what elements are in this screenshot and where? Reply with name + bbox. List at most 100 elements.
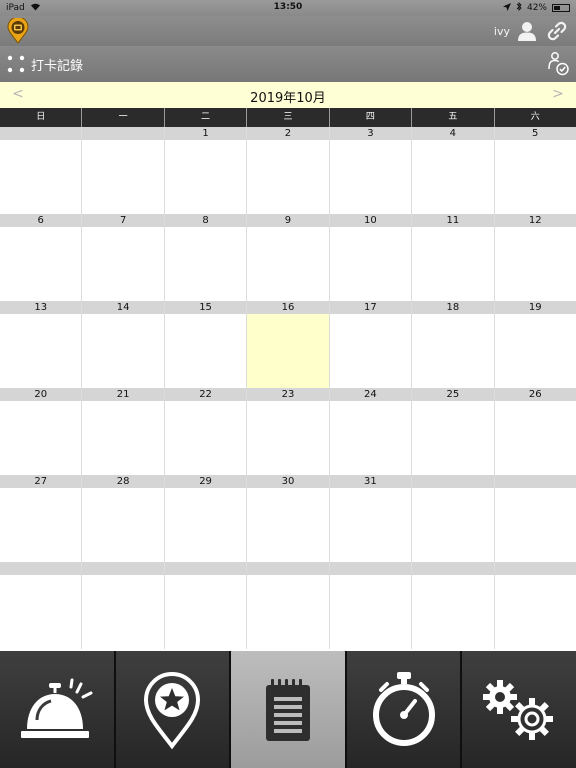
day-number: 12 — [528, 215, 542, 226]
calendar-day[interactable]: 20 — [0, 388, 83, 475]
calendar-day[interactable]: 21 — [82, 388, 165, 475]
location-arrow-icon — [502, 2, 511, 14]
calendar-day[interactable]: 24 — [329, 388, 413, 475]
user-check-icon[interactable] — [546, 51, 570, 77]
day-number-strip — [0, 562, 82, 575]
day-number: 3 — [367, 128, 374, 139]
day-body — [247, 401, 329, 475]
calendar-day[interactable]: 26 — [494, 388, 576, 475]
calendar-day[interactable]: 31 — [329, 475, 413, 562]
calendar-day[interactable] — [0, 127, 83, 214]
calendar-day[interactable] — [494, 475, 576, 562]
calendar-day[interactable]: 2 — [247, 127, 330, 214]
calendar-day[interactable] — [412, 562, 495, 649]
calendar-day[interactable]: 3 — [329, 127, 413, 214]
tab-stopwatch[interactable] — [346, 651, 463, 768]
day-body — [247, 140, 329, 214]
calendar-day[interactable]: 10 — [329, 214, 413, 301]
day-body — [0, 488, 82, 562]
day-body — [494, 488, 576, 562]
calendar-day[interactable] — [0, 562, 83, 649]
weekday-fri: 五 — [412, 108, 495, 127]
day-body — [164, 140, 247, 214]
calendar-day[interactable]: 9 — [247, 214, 330, 301]
day-body — [0, 575, 82, 649]
calendar-day[interactable] — [82, 127, 165, 214]
calendar-week: 1 2 3 4 5 — [0, 127, 576, 214]
calendar-day[interactable]: 15 — [164, 301, 248, 388]
day-number: 1 — [202, 128, 209, 139]
calendar-day[interactable]: 29 — [164, 475, 248, 562]
day-body — [0, 401, 82, 475]
weekday-header: 日 一 二 三 四 五 六 — [0, 108, 576, 127]
tab-location-star[interactable] — [115, 651, 232, 768]
calendar-day[interactable] — [494, 562, 576, 649]
day-number: 10 — [364, 215, 377, 226]
day-body — [494, 401, 576, 475]
day-body — [247, 314, 329, 388]
calendar-day[interactable]: 16 — [247, 301, 330, 388]
calendar-day[interactable]: 4 — [412, 127, 495, 214]
calendar-day[interactable]: 28 — [82, 475, 165, 562]
location-star-icon — [144, 671, 201, 749]
calendar-day[interactable]: 22 — [164, 388, 248, 475]
day-body — [82, 488, 164, 562]
day-number: 24 — [364, 389, 377, 400]
day-number: 17 — [364, 302, 377, 313]
day-number: 8 — [202, 215, 209, 226]
calendar-day[interactable]: 13 — [0, 301, 83, 388]
day-number-strip — [494, 562, 576, 575]
day-body — [329, 488, 412, 562]
calendar-day[interactable]: 25 — [412, 388, 495, 475]
calendar-day[interactable]: 8 — [164, 214, 248, 301]
day-body — [412, 314, 494, 388]
day-body — [329, 140, 412, 214]
tab-notepad[interactable] — [231, 651, 347, 768]
day-body — [82, 575, 164, 649]
calendar-day[interactable]: 23 — [247, 388, 330, 475]
weekday-thu: 四 — [330, 108, 413, 127]
tab-service-bell[interactable] — [0, 651, 116, 768]
calendar-day[interactable]: 1 — [164, 127, 248, 214]
status-bar: iPad 13:50 42% — [0, 0, 576, 16]
day-number-strip — [329, 562, 412, 575]
day-number: 23 — [281, 389, 295, 400]
calendar-day[interactable]: 7 — [82, 214, 165, 301]
calendar-day[interactable]: 11 — [412, 214, 495, 301]
calendar-day[interactable]: 14 — [82, 301, 165, 388]
calendar-week — [0, 562, 576, 649]
day-body — [164, 488, 247, 562]
calendar-day[interactable]: 5 — [494, 127, 576, 214]
day-number: 14 — [116, 302, 130, 313]
day-number: 13 — [34, 302, 48, 313]
calendar-day[interactable] — [247, 562, 330, 649]
calendar-day[interactable]: 17 — [329, 301, 413, 388]
calendar-week: 27 28 29 30 31 — [0, 475, 576, 562]
user-icon[interactable] — [516, 20, 538, 42]
calendar-day[interactable]: 18 — [412, 301, 495, 388]
day-number: 22 — [199, 389, 212, 400]
notepad-icon — [265, 678, 310, 741]
calendar-day[interactable]: 30 — [247, 475, 330, 562]
app-logo-icon[interactable] — [6, 16, 30, 44]
calendar-day[interactable]: 12 — [494, 214, 576, 301]
tab-settings[interactable] — [462, 651, 576, 768]
calendar-day[interactable] — [164, 562, 248, 649]
calendar-day[interactable] — [82, 562, 165, 649]
day-body — [247, 227, 329, 301]
day-number: 18 — [446, 302, 460, 313]
calendar-week: 20 21 22 23 24 25 26 — [0, 388, 576, 475]
calendar-day[interactable]: 6 — [0, 214, 83, 301]
link-icon[interactable] — [546, 20, 568, 42]
calendar-day[interactable] — [329, 562, 413, 649]
calendar-day[interactable]: 19 — [494, 301, 576, 388]
next-month-button[interactable]: > — [548, 86, 568, 102]
weekday-sun: 日 — [0, 108, 83, 127]
day-body — [164, 575, 247, 649]
calendar-day[interactable] — [412, 475, 495, 562]
menu-dots-icon[interactable] — [7, 55, 25, 73]
battery-icon — [552, 4, 570, 12]
page-title: 打卡記錄 — [31, 59, 84, 74]
top-bar: ivy — [0, 16, 576, 46]
calendar-day[interactable]: 27 — [0, 475, 83, 562]
